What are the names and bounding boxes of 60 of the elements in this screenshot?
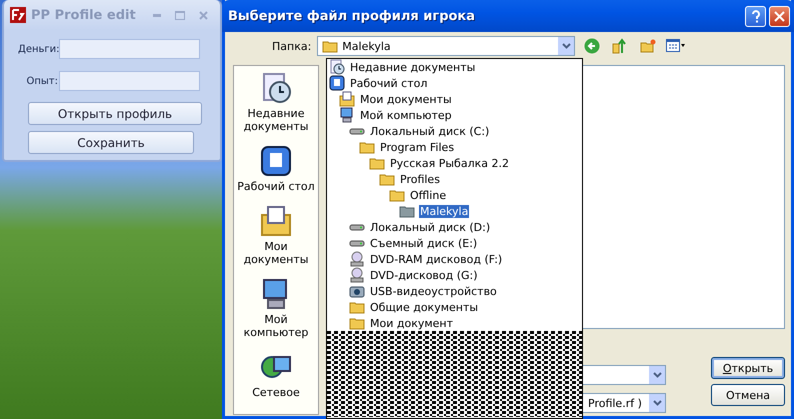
dropdown-button[interactable] xyxy=(649,366,665,384)
dropdown-button[interactable] xyxy=(558,37,574,55)
dropdown-button[interactable] xyxy=(649,394,665,412)
caret-icon xyxy=(652,400,662,406)
documents-folder-icon xyxy=(339,91,355,107)
view-grid-icon xyxy=(666,39,686,53)
desktop-icon xyxy=(329,75,345,91)
folder-tree-item[interactable]: Offline xyxy=(409,188,448,202)
dialog-button[interactable]: Отмена xyxy=(711,384,785,406)
question-mark-icon xyxy=(750,10,760,22)
close-button[interactable] xyxy=(769,6,790,26)
folder-combo[interactable]: Malekyla xyxy=(317,36,576,56)
window-title: PP Profile edit xyxy=(31,8,137,22)
close-icon xyxy=(774,10,785,22)
dialog-button[interactable]: Открыть xyxy=(711,357,785,379)
desktop-icon xyxy=(260,145,292,177)
clock-icon xyxy=(260,72,292,104)
places-item[interactable]: Мои документы xyxy=(234,205,318,266)
folder-tree-item[interactable]: Мой компьютер xyxy=(359,108,453,122)
folder-tree-item[interactable]: DVD-RAM дисковод (F:) xyxy=(369,252,504,266)
disc-drive-icon xyxy=(349,267,365,283)
folder-tree-item[interactable]: Malekyla xyxy=(419,204,470,218)
app-logo-icon xyxy=(10,7,26,23)
places-item[interactable]: Недавние документы xyxy=(234,72,318,133)
caret-icon xyxy=(562,43,571,49)
disc-drive-icon xyxy=(349,251,365,267)
folder-tree-item[interactable]: Рабочий стол xyxy=(349,76,428,90)
window-button[interactable]: Открыть профиль xyxy=(28,102,202,125)
close-icon xyxy=(198,10,208,20)
documents-folder-icon xyxy=(260,205,292,237)
computer-icon xyxy=(339,107,355,123)
folder-label: Папка: xyxy=(272,40,312,52)
up-folder-icon xyxy=(612,38,628,54)
folder-tree-item[interactable]: Локальный диск (D:) xyxy=(369,220,492,234)
places-item[interactable]: Сетевое xyxy=(234,351,318,399)
input-field[interactable] xyxy=(59,39,200,59)
places-item[interactable]: Мой компьютер xyxy=(234,278,318,339)
new-folder-icon xyxy=(640,38,656,54)
folder-tree-item[interactable]: Мои документ xyxy=(369,316,454,330)
folder-tree-item[interactable]: USB-видеоустройство xyxy=(369,284,498,298)
maximize-icon xyxy=(175,10,185,20)
field-label: Опыт: xyxy=(26,76,58,86)
folder-tree-item[interactable]: Profiles xyxy=(399,172,441,186)
folder-tree-item[interactable]: Русская Рыбалка 2.2 xyxy=(389,156,510,170)
input-field[interactable] xyxy=(59,71,200,91)
caret-icon xyxy=(652,372,662,378)
places-item[interactable]: Рабочий стол xyxy=(234,145,318,193)
help-button[interactable] xyxy=(745,6,766,26)
clock-icon xyxy=(329,59,345,75)
dialog-title: Выберите файл профиля игрока xyxy=(228,8,476,24)
minimize-icon xyxy=(153,14,161,16)
folder-tree-item[interactable]: DVD-дисковод (G:) xyxy=(369,268,479,282)
folder-tree-item[interactable]: Локальный диск (C:) xyxy=(369,124,490,138)
window-button[interactable]: Сохранить xyxy=(28,131,194,154)
field-label: Деньги: xyxy=(18,44,58,54)
folder-tree-item[interactable]: Program Files xyxy=(379,140,456,154)
folder-tree-item[interactable]: Съемный диск (E:) xyxy=(369,236,478,250)
folder-tree-item[interactable]: Мои документы xyxy=(359,92,453,106)
folder-tree-item[interactable]: Недавние документы xyxy=(349,60,476,74)
folder-tree-item[interactable]: Общие документы xyxy=(369,300,480,314)
